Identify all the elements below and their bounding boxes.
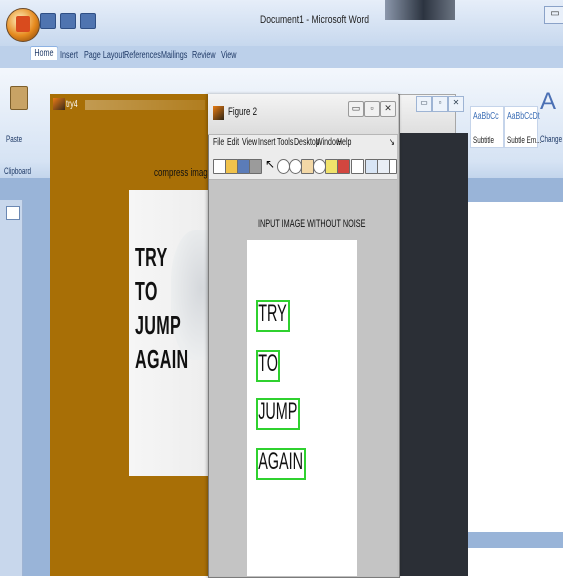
maximize-button[interactable]: ▫ bbox=[432, 96, 448, 112]
brush-icon[interactable] bbox=[337, 159, 350, 174]
ruler-toggle-button[interactable] bbox=[6, 206, 20, 220]
style-sample: AaBbCc bbox=[473, 111, 499, 122]
ribbon-tabs: Home Insert Page Layout References Maili… bbox=[0, 46, 563, 68]
style-subtitle[interactable]: AaBbCc Subtitle bbox=[470, 106, 504, 148]
hide-tools-icon[interactable] bbox=[389, 159, 397, 174]
arrow-icon[interactable]: ↖ bbox=[265, 157, 276, 171]
print-icon[interactable] bbox=[249, 159, 262, 174]
image-word: TO bbox=[135, 276, 158, 306]
close-button[interactable]: ✕ bbox=[380, 101, 396, 117]
detected-word: TO bbox=[258, 350, 278, 377]
minimize-button[interactable]: ▭ bbox=[544, 6, 563, 24]
tab-mailings[interactable]: Mailings bbox=[161, 50, 187, 61]
minimize-button[interactable]: ▭ bbox=[416, 96, 432, 112]
detected-word: TRY bbox=[258, 300, 287, 327]
save-icon[interactable] bbox=[40, 13, 56, 29]
menu-tools[interactable]: Tools bbox=[277, 137, 293, 148]
style-label: Subtitle bbox=[473, 135, 495, 145]
try4-blurred-title bbox=[85, 100, 205, 110]
style-subtle-emphasis[interactable]: AaBbCcDt Subtle Em... bbox=[504, 106, 542, 148]
matlab-icon bbox=[213, 106, 224, 120]
paste-label[interactable]: Paste bbox=[6, 134, 22, 144]
style-sample: AaBbCcDt bbox=[507, 111, 540, 122]
paste-icon[interactable] bbox=[10, 86, 28, 110]
figure2-menubar: File Edit View Insert Tools Desktop Wind… bbox=[209, 135, 397, 153]
figure2-image-axes: TRY TO JUMP AGAIN bbox=[247, 240, 357, 576]
change-styles-button[interactable]: A Change Styles bbox=[538, 88, 563, 158]
menu-help[interactable]: Help bbox=[337, 137, 351, 148]
compress-image-title: compress image bbox=[154, 167, 213, 179]
taskbar-thumbnail bbox=[385, 0, 455, 20]
figure2-title: Figure 2 bbox=[228, 106, 258, 118]
undo-icon[interactable] bbox=[60, 13, 76, 29]
menu-insert[interactable]: Insert bbox=[258, 137, 276, 148]
image-word: JUMP bbox=[135, 310, 182, 340]
figure2-toolbar: ↖ bbox=[209, 153, 397, 180]
minimize-button[interactable]: ▭ bbox=[348, 101, 364, 117]
image-word: TRY bbox=[135, 242, 168, 272]
document-page[interactable] bbox=[465, 202, 563, 532]
link-icon[interactable] bbox=[351, 159, 364, 174]
tab-view[interactable]: View bbox=[221, 50, 236, 61]
office-logo-icon bbox=[16, 16, 30, 32]
menu-view[interactable]: View bbox=[242, 137, 257, 148]
style-label: Subtle Em... bbox=[507, 135, 542, 145]
image-word: AGAIN bbox=[135, 344, 189, 374]
change-styles-icon: A bbox=[540, 88, 557, 115]
office-button[interactable] bbox=[6, 8, 40, 42]
clipboard-group-label: Clipboard bbox=[4, 166, 31, 176]
quick-access-toolbar bbox=[40, 12, 96, 30]
menu-file[interactable]: File bbox=[213, 137, 224, 148]
maximize-button[interactable]: ▫ bbox=[364, 101, 380, 117]
background-window-body bbox=[398, 133, 468, 576]
menu-edit[interactable]: Edit bbox=[227, 137, 239, 148]
try4-title: try4 bbox=[66, 99, 78, 110]
tab-references[interactable]: References bbox=[124, 50, 161, 61]
detected-word: JUMP bbox=[258, 398, 298, 425]
window-title: Document1 - Microsoft Word bbox=[260, 14, 370, 26]
figure2-caption: INPUT IMAGE WITHOUT NOISE bbox=[258, 218, 366, 230]
document-page[interactable] bbox=[465, 548, 563, 576]
detected-word: AGAIN bbox=[258, 448, 304, 475]
change-styles-label: Change Styles bbox=[540, 134, 563, 144]
redo-icon[interactable] bbox=[80, 13, 96, 29]
matlab-icon bbox=[53, 98, 65, 110]
tab-review[interactable]: Review bbox=[192, 50, 216, 61]
close-button[interactable]: ✕ bbox=[448, 96, 464, 112]
tab-page-layout[interactable]: Page Layout bbox=[84, 50, 124, 61]
tab-insert[interactable]: Insert bbox=[60, 50, 78, 61]
tab-home[interactable]: Home bbox=[30, 46, 58, 60]
vertical-ruler bbox=[0, 200, 23, 576]
dock-arrow-icon[interactable]: ↘ bbox=[389, 137, 395, 148]
